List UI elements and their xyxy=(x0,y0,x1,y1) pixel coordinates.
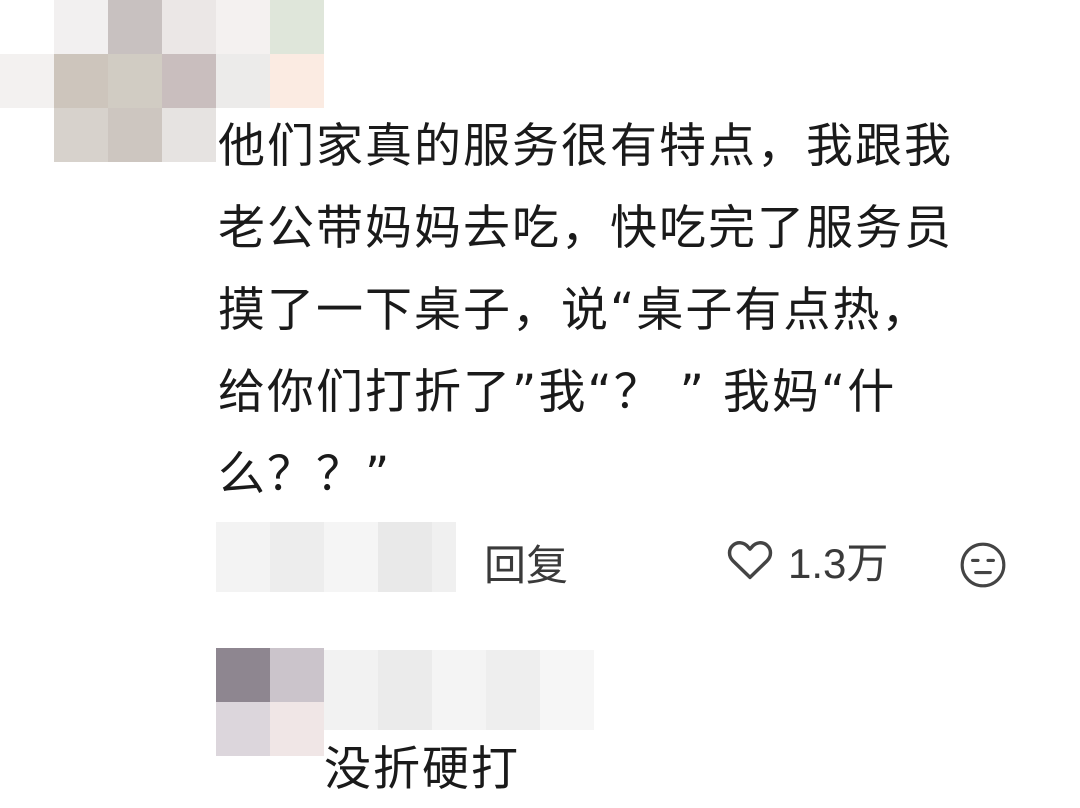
reply-button[interactable]: 回复 xyxy=(484,532,568,593)
reply-username-blurred xyxy=(324,650,594,730)
comment-line: 么？？” xyxy=(218,447,392,502)
comment-line: 摸了一下桌子，说“桌子有点热， xyxy=(218,283,931,338)
comment-text: 他们家真的服务很有特点，我跟我 老公带妈妈去吃，快吃完了服务员 摸了一下桌子，说… xyxy=(218,106,1018,516)
emoji-icon xyxy=(958,542,1008,594)
reply-text: 没折硬打 xyxy=(324,742,520,797)
comment-line: 给你们打折了”我“？ ” 我妈“什 xyxy=(218,365,897,420)
reply-avatar[interactable] xyxy=(216,648,324,756)
like-button[interactable]: 1.3万 xyxy=(724,530,888,591)
heart-icon xyxy=(724,533,776,589)
like-count: 1.3万 xyxy=(788,540,889,587)
emoji-reaction-button[interactable] xyxy=(958,540,1008,594)
comment-line: 老公带妈妈去吃，快吃完了服务员 xyxy=(218,201,953,256)
comment-line: 他们家真的服务很有特点，我跟我 xyxy=(218,119,953,174)
comment-meta-blurred xyxy=(216,522,456,592)
